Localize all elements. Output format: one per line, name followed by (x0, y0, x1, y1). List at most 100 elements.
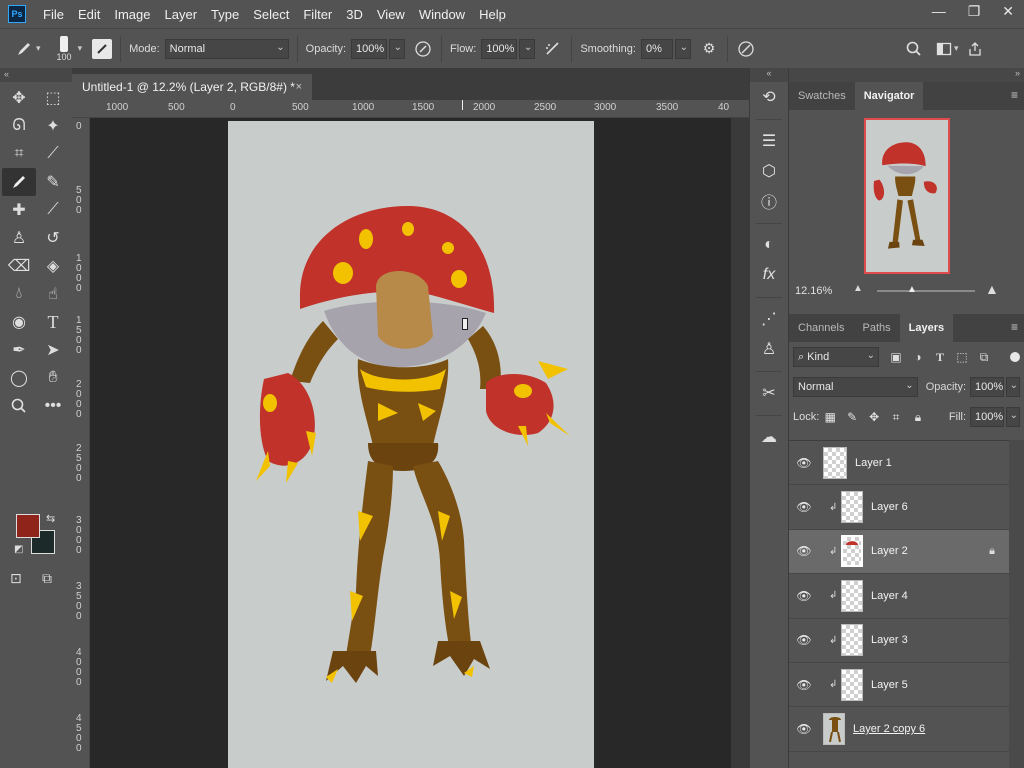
canvas-area[interactable] (90, 118, 731, 768)
menu-file[interactable]: File (36, 7, 71, 22)
filter-adjustment-icon[interactable]: ◑ (907, 350, 929, 364)
layer-row[interactable]: 👁︎ ↲ Layer 5 (789, 662, 1009, 708)
quick-mask-icon[interactable]: ⊡ (10, 570, 22, 587)
brush-size-picker[interactable]: 100 (57, 35, 72, 62)
close-tab-icon[interactable]: × (296, 81, 302, 93)
mixer-brush-tool-icon[interactable]: ⟋ (36, 196, 70, 224)
move-tool-icon[interactable]: ✥ (2, 84, 36, 112)
info-panel-icon[interactable]: ⓘ (750, 186, 788, 216)
lock-transparent-pixels-icon[interactable]: ▦ (819, 410, 841, 424)
filter-smart-object-icon[interactable]: ⧉ (973, 350, 995, 365)
collapse-panels-icon[interactable]: » (789, 68, 1024, 82)
layer-row[interactable]: 👁︎ Layer 1 (789, 441, 1009, 486)
filter-shape-icon[interactable]: ⬚ (951, 350, 973, 364)
visibility-eye-icon[interactable]: 👁︎ (789, 589, 819, 603)
libraries-panel-icon[interactable]: ⬡ (750, 156, 788, 186)
menu-3d[interactable]: 3D (339, 7, 370, 22)
visibility-eye-icon[interactable]: 👁︎ (789, 544, 819, 558)
blend-mode-dropdown[interactable]: Normal ⌄ (793, 377, 918, 397)
pencil-tool-icon[interactable]: ✎ (36, 168, 70, 196)
screen-mode-icon[interactable]: ⧉ (42, 570, 52, 587)
layer-row[interactable]: 👁︎ ↲ Layer 4 (789, 574, 1009, 619)
pressure-size-icon[interactable] (736, 39, 756, 59)
lock-position-icon[interactable]: ✥ (863, 410, 885, 424)
visibility-eye-icon[interactable]: 👁︎ (789, 456, 819, 470)
blur-tool-icon[interactable]: 💧︎ (2, 280, 36, 308)
smoothing-slider-button[interactable]: ⌄ (674, 38, 691, 59)
panel-menu-icon[interactable]: ≡ (1011, 320, 1018, 334)
zoom-slider-knob[interactable]: ▲ (907, 284, 917, 295)
layer-filter-dropdown[interactable]: ⌕ Kind ⌄ (793, 347, 879, 367)
smudge-tool-icon[interactable]: ☝︎ (36, 280, 70, 308)
collapse-strip-icon[interactable]: « (750, 68, 788, 82)
path-selection-tool-icon[interactable]: ➤ (36, 336, 70, 364)
share-icon[interactable] (965, 39, 985, 59)
fill-slider-button[interactable]: ⌄ (1006, 407, 1020, 427)
navigator-preview[interactable] (864, 118, 950, 274)
marquee-tool-icon[interactable]: ⬚ (36, 84, 70, 112)
brush-preset-dropdown-icon[interactable]: ▾ (36, 43, 41, 54)
layer-row[interactable]: 👁︎ ↲ Layer 2 🔒︎ (789, 529, 1009, 575)
tab-paths[interactable]: Paths (853, 314, 899, 342)
collapse-toolbar-icon[interactable]: « (0, 68, 72, 82)
layer-row[interactable]: 👁︎ Layer 2 copy 6 (789, 707, 1009, 752)
navigator-zoom-value[interactable]: 12.16% (795, 285, 832, 297)
menu-filter[interactable]: Filter (296, 7, 339, 22)
brush-size-dropdown-icon[interactable]: ▾ (78, 43, 83, 54)
visibility-eye-icon[interactable]: 👁︎ (789, 500, 819, 514)
lock-artboard-icon[interactable]: ⌗ (885, 410, 907, 425)
layers-scrollbar[interactable] (1009, 440, 1024, 768)
lasso-tool-icon[interactable]: ᘏ (2, 112, 36, 140)
panel-menu-icon[interactable]: ≡ (1011, 88, 1018, 102)
tab-swatches[interactable]: Swatches (789, 82, 855, 110)
pen-tool-icon[interactable]: ✒ (2, 336, 36, 364)
tool-presets-panel-icon[interactable]: ✂ (750, 378, 788, 408)
search-icon[interactable] (904, 39, 924, 59)
menu-help[interactable]: Help (472, 7, 513, 22)
layer-opacity-slider-button[interactable]: ⌄ (1006, 377, 1020, 397)
document-canvas[interactable] (228, 121, 594, 768)
minimize-icon[interactable]: — (932, 3, 946, 20)
crop-tool-icon[interactable]: ⌗ (2, 140, 36, 168)
visibility-eye-icon[interactable]: 👁︎ (789, 633, 819, 647)
brush-tool-preset-icon[interactable] (14, 39, 34, 59)
color-panel-icon[interactable]: ◐ (750, 230, 788, 260)
brush-tool-icon[interactable] (2, 168, 36, 196)
menu-select[interactable]: Select (246, 7, 296, 22)
zoom-in-icon[interactable]: ▲ (985, 281, 999, 297)
menu-type[interactable]: Type (204, 7, 246, 22)
tab-layers[interactable]: Layers (899, 314, 954, 342)
swap-colors-icon[interactable]: ⇆ (46, 512, 55, 525)
pressure-opacity-icon[interactable] (413, 39, 433, 59)
eyedropper-tool-icon[interactable]: ⟋ (36, 140, 70, 168)
canvas-vertical-scrollbar[interactable] (731, 118, 749, 768)
eraser-tool-icon[interactable]: ⌫ (2, 252, 36, 280)
layer-opacity-input[interactable]: 100% (970, 377, 1005, 397)
smoothing-input[interactable]: 0% (640, 38, 673, 59)
flow-slider-button[interactable]: ⌄ (519, 38, 536, 59)
menu-image[interactable]: Image (107, 7, 157, 22)
smoothing-settings-gear-icon[interactable]: ⚙ (699, 39, 719, 59)
zoom-slider[interactable] (877, 290, 975, 292)
healing-brush-tool-icon[interactable]: ✚ (2, 196, 36, 224)
fill-input[interactable]: 100% (970, 407, 1005, 427)
filter-type-icon[interactable]: T (929, 350, 951, 365)
history-brush-tool-icon[interactable]: ↺ (36, 224, 70, 252)
menu-view[interactable]: View (370, 7, 412, 22)
brush-panel-icon[interactable] (92, 38, 113, 59)
lock-all-icon[interactable]: 🔒︎ (907, 410, 929, 425)
brush-settings-panel-icon[interactable]: ⋰ (750, 304, 788, 334)
workspace-layout-icon[interactable] (934, 39, 954, 59)
tab-navigator[interactable]: Navigator (854, 82, 924, 110)
lock-image-pixels-icon[interactable]: ✎ (841, 410, 863, 424)
close-icon[interactable]: ✕ (1002, 3, 1014, 20)
sponge-tool-icon[interactable]: ◉ (2, 308, 36, 336)
flow-input[interactable]: 100% (481, 38, 518, 59)
menu-edit[interactable]: Edit (71, 7, 107, 22)
history-panel-icon[interactable]: ⟲ (750, 82, 788, 112)
filter-toggle[interactable] (1010, 352, 1020, 362)
visibility-eye-icon[interactable]: 👁︎ (789, 722, 819, 736)
adjustments-panel-icon[interactable]: ☰ (750, 126, 788, 156)
default-colors-icon[interactable]: ◩ (14, 544, 23, 555)
paint-bucket-tool-icon[interactable]: ◈ (36, 252, 70, 280)
